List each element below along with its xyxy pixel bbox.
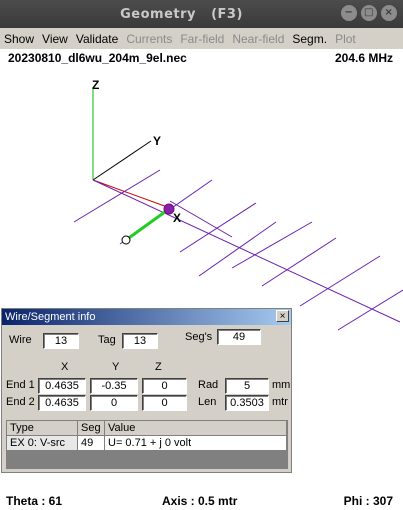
window-controls: − □ × [341,5,397,21]
menu-validate[interactable]: Validate [72,32,122,46]
len-label: Len [198,396,217,408]
end1-x-field[interactable]: 0.4635 [38,378,86,394]
table-header: Type Seg Value [7,421,287,436]
axis-readout: Axis : 0.5 mtr [162,494,238,508]
end1-z-field[interactable]: 0 [142,378,187,394]
frequency-display: 204.6 MHz [334,51,393,65]
col-z-header: Z [155,361,162,373]
maximize-button[interactable]: □ [361,5,377,21]
table-row[interactable]: EX 0: V-src 49 U= 0.71 + j 0 volt [7,436,287,451]
rad-label: Rad [198,379,219,391]
col-x-header: X [61,361,69,373]
dialog-title: Wire/Segment info [5,311,96,323]
rad-unit: mm [272,379,291,391]
tag-label: Tag [98,334,116,346]
end2-label: End 2 [6,396,35,408]
element-wire[interactable] [261,237,337,287]
dialog-close-button[interactable]: × [276,310,289,322]
wire-segment-info-dialog: Wire/Segment info × Wire 13 Tag 13 Seg's… [1,308,292,473]
source-table: Type Seg Value EX 0: V-src 49 U= 0.71 + … [6,420,288,469]
segs-field[interactable]: 49 [217,329,261,345]
file-name: 20230810_dl6wu_204m_9el.nec [8,51,187,65]
element-wire[interactable] [73,169,161,223]
end2-x-field[interactable]: 0.4635 [38,395,86,411]
cell-value: U= 0.71 + j 0 volt [105,436,287,451]
element-wire[interactable] [337,289,403,331]
end2-z-field[interactable]: 0 [142,395,187,411]
wire-field[interactable]: 13 [43,333,79,349]
close-window-button[interactable]: × [381,5,397,21]
menu-far-field[interactable]: Far-field [176,32,228,46]
dialog-title-bar: Wire/Segment info × [2,309,291,325]
cell-seg: 49 [78,436,105,451]
window-title: Geometry (F3) [120,6,243,22]
header-value: Value [105,421,287,436]
menu-currents[interactable]: Currents [122,32,176,46]
selected-wire[interactable] [125,207,170,242]
tag-field[interactable]: 13 [122,333,158,349]
status-bar: Theta : 61 Axis : 0.5 mtr Phi : 307 [0,490,403,510]
y-axis-label: Y [153,134,161,148]
minimize-button[interactable]: − [341,5,357,21]
y-axis [92,140,152,181]
end1-y-field[interactable]: -0.35 [90,378,138,394]
end1-label: End 1 [6,379,35,391]
rad-field[interactable]: 5 [225,378,269,394]
menu-bar: Show View Validate Currents Far-field Ne… [0,28,403,49]
end2-y-field[interactable]: 0 [90,395,138,411]
theta-readout: Theta : 61 [6,494,63,508]
menu-show[interactable]: Show [0,32,38,46]
menu-plot[interactable]: Plot [331,32,360,46]
col-y-header: Y [112,361,120,373]
header-seg: Seg [78,421,105,436]
wire-label: Wire [9,334,32,346]
element-wire[interactable] [179,202,257,253]
info-line: 20230810_dl6wu_204m_9el.nec 204.6 MHz [0,49,403,67]
segs-label: Seg's [185,331,213,343]
menu-view[interactable]: View [38,32,72,46]
menu-near-field[interactable]: Near-field [228,32,288,46]
phi-readout: Phi : 307 [343,494,393,508]
boom-wire[interactable] [92,179,401,323]
window-titlebar: Geometry (F3) − □ × [0,0,403,28]
len-unit: mtr [272,396,288,408]
z-axis-label: Z [92,78,99,92]
header-type: Type [7,421,78,436]
wire-end-marker [121,235,131,245]
x-axis-label: X [173,211,181,225]
cell-type: EX 0: V-src [7,436,78,451]
menu-segm[interactable]: Segm. [288,32,331,46]
len-field[interactable]: 0.3503 [225,395,269,411]
